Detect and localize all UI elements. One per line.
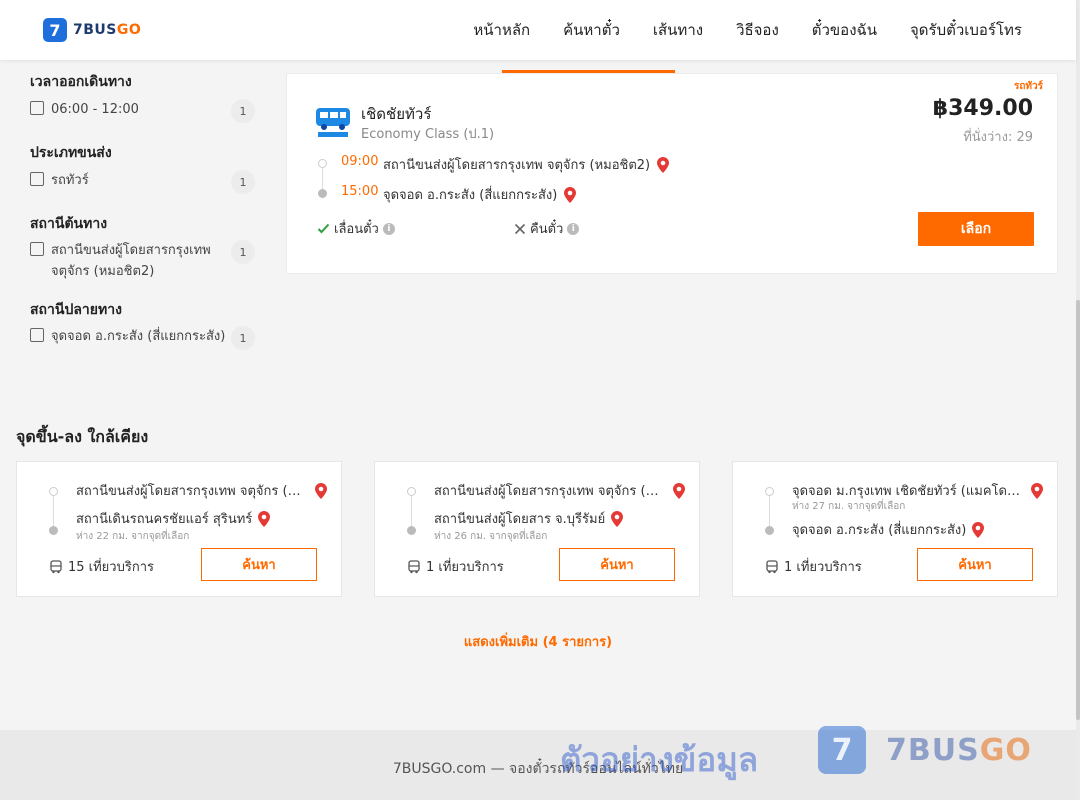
- nearby-distance: ห่าง 26 กม. จากจุดที่เลือก: [434, 531, 548, 542]
- filter-count-badge: 1: [231, 326, 255, 350]
- filter-count-badge: 1: [231, 170, 255, 194]
- transport-type-tag: รถทัวร์: [1013, 81, 1043, 92]
- checkbox[interactable]: [30, 172, 44, 186]
- nearby-card: สถานีขนส่งผู้โดยสารกรุงเทพ จตุจักร (หมอช…: [374, 461, 700, 597]
- logo-badge-icon: 7: [43, 18, 67, 42]
- filter-option-departure-time[interactable]: 06:00 - 12:00 1: [30, 99, 255, 123]
- info-icon[interactable]: i: [567, 222, 580, 235]
- filter-title-departure-time: เวลาออกเดินทาง: [30, 74, 132, 90]
- origin-dot-icon: [318, 159, 327, 168]
- destination-dot-icon: [765, 526, 774, 535]
- checkbox[interactable]: [30, 101, 44, 115]
- main-nav: หน้าหลัก ค้นหาตั๋ว เส้นทาง วิธีจอง ตั๋วข…: [473, 18, 1022, 42]
- filter-count-badge: 1: [231, 99, 255, 123]
- map-pin-icon[interactable]: [563, 186, 577, 204]
- check-icon: [317, 223, 330, 234]
- nav-how-to-book[interactable]: วิธีจอง: [736, 18, 779, 42]
- cross-icon: [514, 223, 526, 234]
- nav-pickup-points[interactable]: จุดรับตั๋วเบอร์โทร: [910, 18, 1022, 42]
- nearby-distance: ห่าง 27 กม. จากจุดที่เลือก: [792, 501, 906, 512]
- route-line: [769, 492, 770, 530]
- nearby-card: จุดจอด ม.กรุงเทพ เชิดชัยทัวร์ (แมคโดนัลด…: [732, 461, 1058, 597]
- checkbox[interactable]: [30, 328, 44, 342]
- nearby-section-title: จุดขึ้น-ลง ใกล้เคียง: [16, 427, 149, 446]
- departure-time: 09:00: [341, 154, 379, 169]
- nav-home[interactable]: หน้าหลัก: [473, 18, 530, 42]
- destination-dot-icon: [407, 526, 416, 535]
- nearby-search-button[interactable]: ค้นหา: [917, 548, 1033, 581]
- map-pin-icon[interactable]: [656, 156, 670, 174]
- origin-dot-icon: [49, 487, 58, 496]
- refund-policy: คืนตั๋ว i: [514, 218, 580, 239]
- nearby-to-stop: จุดจอด อ.กระสัง (สี่แยกกระสัง): [792, 519, 985, 540]
- filter-count-badge: 1: [231, 240, 255, 264]
- nearby-to-stop: สถานีเดินรถนครชัยแอร์ สุรินทร์: [76, 508, 271, 529]
- seats-available: ที่นั่งว่าง: 29: [963, 130, 1033, 145]
- nav-my-tickets[interactable]: ตั๋วของฉัน: [812, 18, 877, 42]
- nearby-from-stop: สถานีขนส่งผู้โดยสารกรุงเทพ จตุจักร (หมอช…: [76, 480, 328, 501]
- destination-dot-icon: [318, 189, 327, 198]
- filter-option-transport-type[interactable]: รถทัวร์ 1: [30, 170, 255, 194]
- filter-option-origin[interactable]: สถานีขนส่งผู้โดยสารกรุงเทพ จตุจักร (หมอช…: [30, 240, 255, 282]
- arrival-time: 15:00: [341, 184, 379, 199]
- scrollbar-thumb[interactable]: [1076, 300, 1080, 720]
- filter-title-origin: สถานีต้นทาง: [30, 216, 108, 232]
- bus-class: Economy Class (ป.1): [361, 127, 495, 142]
- nearby-search-button[interactable]: ค้นหา: [559, 548, 675, 581]
- origin-dot-icon: [765, 487, 774, 496]
- nearby-from-stop: สถานีขนส่งผู้โดยสารกรุงเทพ จตุจักร (หมอช…: [434, 480, 686, 501]
- page-scrollbar[interactable]: [1076, 0, 1080, 800]
- watermark-logo-badge-icon: 7: [818, 726, 866, 774]
- nearby-trip-count: 1 เที่ยวบริการ: [407, 556, 504, 577]
- filter-option-destination[interactable]: จุดจอด อ.กระสัง (สี่แยกกระสัง) 1: [30, 326, 255, 350]
- watermark-brand: 7BUSGO: [886, 733, 1032, 768]
- bus-operator-logo-icon: [316, 108, 350, 137]
- sample-data-watermark: ตัวอย่างข้อมูล: [560, 740, 759, 779]
- top-header: 7 7BUSGO หน้าหลัก ค้นหาตั๋ว เส้นทาง วิธี…: [0, 0, 1076, 60]
- nearby-from-stop: จุดจอด ม.กรุงเทพ เชิดชัยทัวร์ (แมคโดนัลด…: [792, 480, 1044, 501]
- trip-result-card: รถทัวร์ เชิดชัยทัวร์ Economy Class (ป.1)…: [286, 73, 1058, 274]
- departure-stop[interactable]: สถานีขนส่งผู้โดยสารกรุงเทพ จตุจักร (หมอช…: [383, 154, 670, 175]
- route-line: [411, 492, 412, 530]
- bus-icon: [766, 559, 778, 573]
- nearby-card: สถานีขนส่งผู้โดยสารกรุงเทพ จตุจักร (หมอช…: [16, 461, 342, 597]
- select-trip-button[interactable]: เลือก: [918, 212, 1034, 246]
- map-pin-icon[interactable]: [971, 521, 985, 539]
- checkbox[interactable]: [30, 242, 44, 256]
- logo-wordmark: 7BUSGO: [73, 22, 142, 38]
- map-pin-icon[interactable]: [610, 510, 624, 528]
- info-icon[interactable]: i: [382, 222, 395, 235]
- ticket-price: ฿349.00: [932, 96, 1033, 121]
- filter-title-transport-type: ประเภทขนส่ง: [30, 145, 112, 161]
- reschedule-policy: เลื่อนตั๋ว i: [317, 218, 395, 239]
- bus-icon: [50, 559, 62, 573]
- nearby-trip-count: 1 เที่ยวบริการ: [765, 556, 862, 577]
- site-logo[interactable]: 7 7BUSGO: [43, 18, 141, 42]
- bus-icon: [408, 559, 420, 573]
- nav-search-ticket[interactable]: ค้นหาตั๋ว: [563, 18, 620, 42]
- nav-routes[interactable]: เส้นทาง: [653, 18, 703, 42]
- destination-dot-icon: [49, 526, 58, 535]
- arrival-stop[interactable]: จุดจอด อ.กระสัง (สี่แยกกระสัง): [383, 184, 577, 205]
- map-pin-icon[interactable]: [257, 510, 271, 528]
- filter-title-destination: สถานีปลายทาง: [30, 302, 122, 318]
- route-line: [53, 492, 54, 530]
- nearby-search-button[interactable]: ค้นหา: [201, 548, 317, 581]
- origin-dot-icon: [407, 487, 416, 496]
- map-pin-icon[interactable]: [672, 482, 686, 500]
- map-pin-icon[interactable]: [314, 482, 328, 500]
- nearby-trip-count: 15 เที่ยวบริการ: [49, 556, 154, 577]
- nearby-distance: ห่าง 22 กม. จากจุดที่เลือก: [76, 531, 190, 542]
- map-pin-icon[interactable]: [1030, 482, 1044, 500]
- nearby-to-stop: สถานีขนส่งผู้โดยสาร จ.บุรีรัมย์: [434, 508, 624, 529]
- show-more-link[interactable]: แสดงเพิ่มเติม (4 รายการ): [0, 631, 1076, 652]
